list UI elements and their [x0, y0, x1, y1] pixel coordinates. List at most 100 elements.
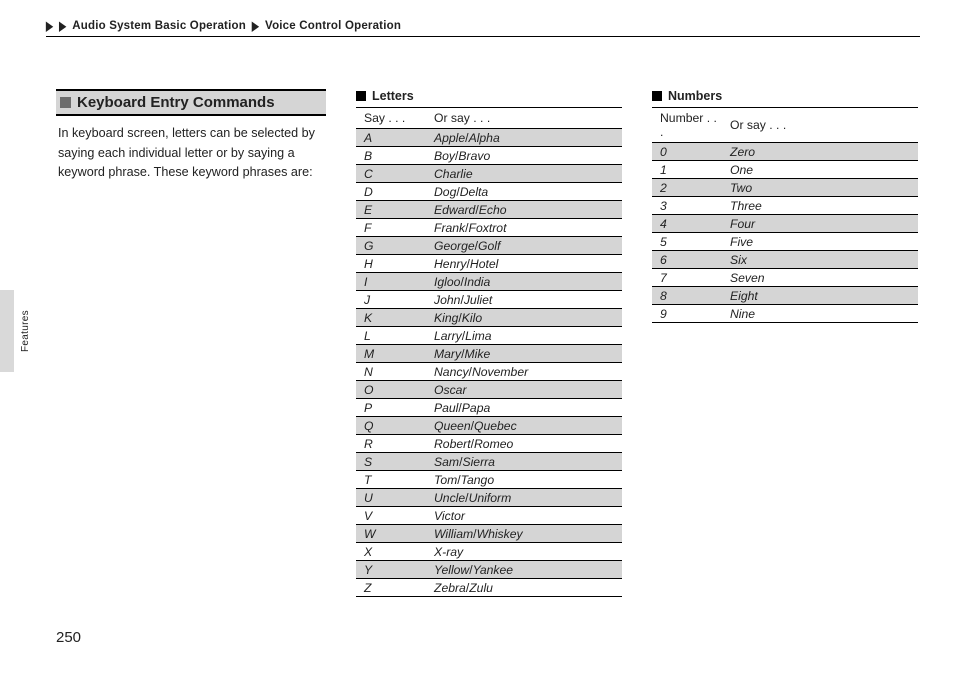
- row-value: Charlie: [426, 165, 622, 183]
- table-row: CCharlie: [356, 165, 622, 183]
- row-key: Y: [356, 561, 426, 579]
- row-key: W: [356, 525, 426, 543]
- numbers-title-text: Numbers: [668, 89, 722, 103]
- table-row: TTom/Tango: [356, 471, 622, 489]
- table-row: LLarry/Lima: [356, 327, 622, 345]
- row-key: M: [356, 345, 426, 363]
- row-value: King/Kilo: [426, 309, 622, 327]
- page: ▶ ▶ Audio System Basic Operation ▶ Voice…: [0, 0, 954, 674]
- row-value: Robert/Romeo: [426, 435, 622, 453]
- table-row: 3Three: [652, 197, 918, 215]
- row-value: Sam/Sierra: [426, 453, 622, 471]
- row-key: Z: [356, 579, 426, 597]
- row-value: Queen/Quebec: [426, 417, 622, 435]
- row-value: George/Golf: [426, 237, 622, 255]
- row-key: 6: [652, 251, 722, 269]
- row-value: Tom/Tango: [426, 471, 622, 489]
- table-row: XX-ray: [356, 543, 622, 561]
- row-value: Boy/Bravo: [426, 147, 622, 165]
- row-key: 7: [652, 269, 722, 287]
- table-row: 0Zero: [652, 143, 918, 161]
- row-key: G: [356, 237, 426, 255]
- table-row: JJohn/Juliet: [356, 291, 622, 309]
- row-key: 8: [652, 287, 722, 305]
- table-row: NNancy/November: [356, 363, 622, 381]
- column-intro: Keyboard Entry Commands In keyboard scre…: [56, 89, 326, 597]
- row-value: Henry/Hotel: [426, 255, 622, 273]
- row-key: S: [356, 453, 426, 471]
- column-letters: Letters Say . . . Or say . . . AApple/Al…: [356, 89, 622, 597]
- table-row: GGeorge/Golf: [356, 237, 622, 255]
- row-value: Dog/Delta: [426, 183, 622, 201]
- table-row: KKing/Kilo: [356, 309, 622, 327]
- table-row: WWilliam/Whiskey: [356, 525, 622, 543]
- square-icon: [356, 91, 366, 101]
- row-key: F: [356, 219, 426, 237]
- triangle-icon: ▶: [59, 18, 66, 33]
- numbers-title: Numbers: [652, 89, 918, 103]
- table-row: 9Nine: [652, 305, 918, 323]
- row-key: C: [356, 165, 426, 183]
- table-row: 4Four: [652, 215, 918, 233]
- row-key: L: [356, 327, 426, 345]
- row-key: 9: [652, 305, 722, 323]
- table-row: DDog/Delta: [356, 183, 622, 201]
- row-value: Seven: [722, 269, 918, 287]
- row-value: Eight: [722, 287, 918, 305]
- triangle-icon: ▶: [252, 18, 259, 33]
- row-value: Mary/Mike: [426, 345, 622, 363]
- letters-title: Letters: [356, 89, 622, 103]
- row-key: Q: [356, 417, 426, 435]
- numbers-head-1: Number . . .: [652, 108, 722, 143]
- table-row: OOscar: [356, 381, 622, 399]
- row-key: J: [356, 291, 426, 309]
- row-key: X: [356, 543, 426, 561]
- numbers-table: Number . . . Or say . . . 0Zero1One2Two3…: [652, 107, 918, 323]
- table-row: FFrank/Foxtrot: [356, 219, 622, 237]
- table-row: RRobert/Romeo: [356, 435, 622, 453]
- row-value: Two: [722, 179, 918, 197]
- square-icon: [60, 97, 71, 108]
- table-row: 5Five: [652, 233, 918, 251]
- row-key: U: [356, 489, 426, 507]
- breadcrumb-seg-2: Voice Control Operation: [265, 20, 401, 32]
- row-value: Zebra/Zulu: [426, 579, 622, 597]
- letters-table: Say . . . Or say . . . AApple/AlphaBBoy/…: [356, 107, 622, 597]
- row-value: Uncle/Uniform: [426, 489, 622, 507]
- row-value: Zero: [722, 143, 918, 161]
- row-key: I: [356, 273, 426, 291]
- row-value: One: [722, 161, 918, 179]
- table-row: IIgloo/India: [356, 273, 622, 291]
- row-key: P: [356, 399, 426, 417]
- table-row: MMary/Mike: [356, 345, 622, 363]
- page-number: 250: [56, 629, 81, 646]
- table-row: QQueen/Quebec: [356, 417, 622, 435]
- row-value: X-ray: [426, 543, 622, 561]
- numbers-head-2: Or say . . .: [722, 108, 918, 143]
- row-value: Four: [722, 215, 918, 233]
- row-key: T: [356, 471, 426, 489]
- row-value: Edward/Echo: [426, 201, 622, 219]
- letters-title-text: Letters: [372, 89, 414, 103]
- row-key: D: [356, 183, 426, 201]
- table-row: 7Seven: [652, 269, 918, 287]
- intro-paragraph: In keyboard screen, letters can be selec…: [56, 124, 326, 183]
- breadcrumb-seg-1: Audio System Basic Operation: [72, 20, 246, 32]
- table-row: UUncle/Uniform: [356, 489, 622, 507]
- row-value: Nine: [722, 305, 918, 323]
- table-row: VVictor: [356, 507, 622, 525]
- row-value: Paul/Papa: [426, 399, 622, 417]
- row-value: Victor: [426, 507, 622, 525]
- column-numbers: Numbers Number . . . Or say . . . 0Zero1…: [652, 89, 918, 597]
- row-key: 0: [652, 143, 722, 161]
- table-row: 8Eight: [652, 287, 918, 305]
- table-row: PPaul/Papa: [356, 399, 622, 417]
- section-heading-bar: Keyboard Entry Commands: [56, 89, 326, 116]
- table-row: EEdward/Echo: [356, 201, 622, 219]
- row-key: 3: [652, 197, 722, 215]
- row-value: Six: [722, 251, 918, 269]
- row-key: V: [356, 507, 426, 525]
- row-key: 5: [652, 233, 722, 251]
- row-value: Oscar: [426, 381, 622, 399]
- row-key: K: [356, 309, 426, 327]
